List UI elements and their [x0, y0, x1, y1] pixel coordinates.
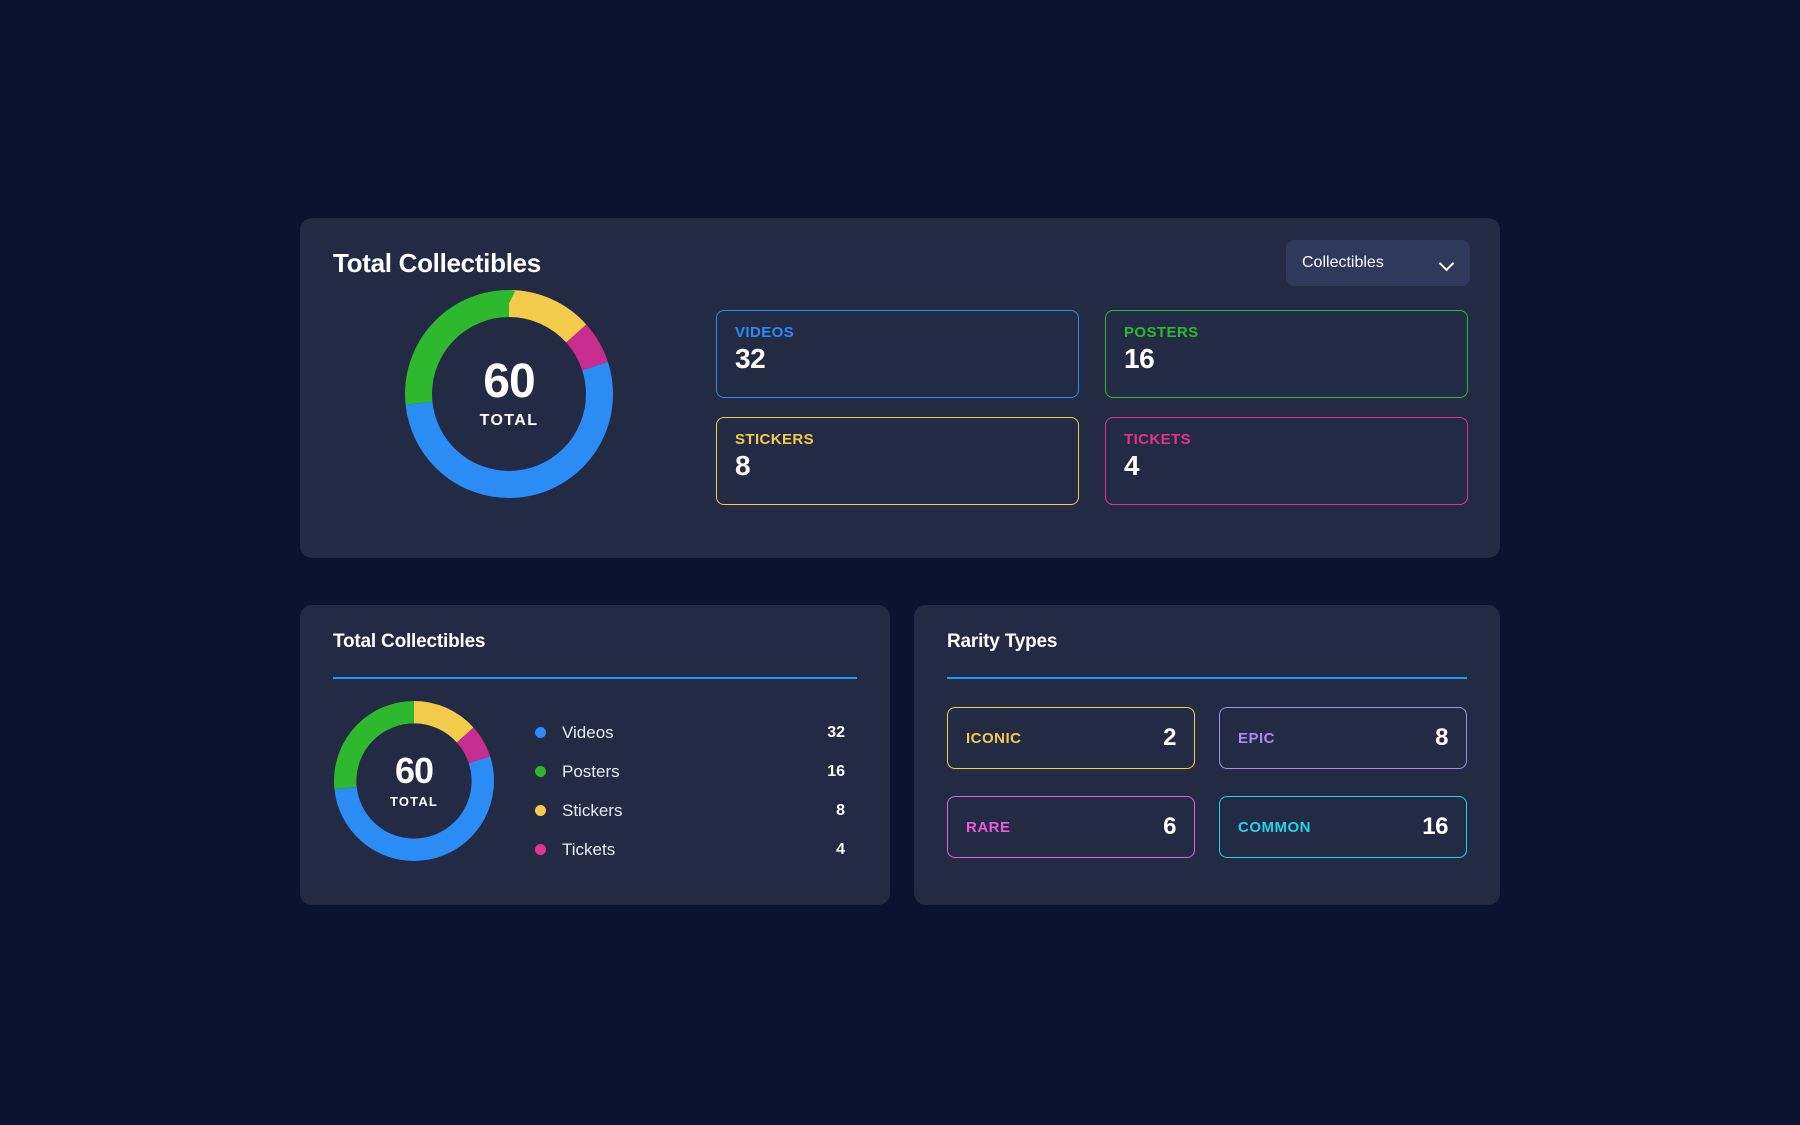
rarity-card-iconic[interactable]: ICONIC 2 [947, 707, 1195, 769]
dropdown-selected-value: Collectibles [1302, 254, 1384, 271]
legend-item-value: 32 [827, 723, 845, 741]
donut-center-text: 60 TOTAL [405, 290, 613, 498]
legend-color-dot [535, 844, 546, 855]
stat-card-value: 32 [735, 343, 766, 374]
legend-item-label: Tickets [562, 839, 616, 859]
legend-item-videos: Videos 32 [535, 713, 845, 752]
collectibles-dropdown[interactable]: Collectibles [1286, 240, 1470, 286]
stat-card-label: POSTERS [1124, 324, 1199, 341]
legend-item-label: Videos [562, 722, 614, 742]
rarity-card-label: EPIC [1238, 729, 1276, 747]
rarity-card-epic[interactable]: EPIC 8 [1219, 707, 1467, 769]
legend-item-posters: Posters 16 [535, 752, 845, 791]
rarity-panel-title: Rarity Types [947, 631, 1058, 652]
legend-item-value: 4 [836, 840, 845, 858]
legend-color-dot [535, 805, 546, 816]
legend-item-stickers: Stickers 8 [535, 791, 845, 830]
legend-color-dot [535, 766, 546, 777]
rarity-card-label: ICONIC [966, 729, 1022, 747]
rarity-card-value: 6 [1163, 813, 1176, 840]
legend-item-tickets: Tickets 4 [535, 830, 845, 869]
total-collectibles-panel: Total Collectibles Collectibles 60 TOTAL… [300, 218, 1500, 558]
rarity-card-value: 8 [1435, 724, 1448, 751]
stat-card-tickets[interactable]: TICKETS 4 [1105, 417, 1468, 505]
stat-card-stickers[interactable]: STICKERS 8 [716, 417, 1079, 505]
rarity-card-label: RARE [966, 818, 1011, 836]
rarity-cards-grid: ICONIC 2 EPIC 8 RARE 6 COMMON 16 [947, 707, 1467, 858]
donut-center-text: 60 TOTAL [334, 701, 494, 861]
stat-card-label: STICKERS [735, 431, 815, 448]
dashboard-page: Total Collectibles Collectibles 60 TOTAL… [0, 0, 1800, 1125]
chart-legend: Videos 32 Posters 16 Stickers 8 Tickets 4 [535, 713, 845, 869]
breakdown-panel-title: Total Collectibles [333, 631, 486, 652]
stat-card-label: TICKETS [1124, 431, 1191, 448]
rarity-card-label: COMMON [1238, 818, 1311, 836]
legend-item-label: Posters [562, 761, 620, 781]
rarity-types-panel: Rarity Types ICONIC 2 EPIC 8 RARE 6 COMMON 16 [914, 605, 1500, 905]
stat-card-value: 8 [735, 450, 751, 481]
rarity-card-common[interactable]: COMMON 16 [1219, 796, 1467, 858]
legend-color-dot [535, 727, 546, 738]
rarity-card-value: 2 [1163, 724, 1176, 751]
chevron-down-icon [1440, 256, 1454, 270]
breakdown-donut-chart: 60 TOTAL [334, 701, 494, 861]
collectibles-donut-chart: 60 TOTAL [405, 290, 613, 498]
legend-item-value: 16 [827, 762, 845, 780]
donut-total-label: TOTAL [389, 794, 439, 809]
total-collectibles-breakdown-panel: Total Collectibles 60 TOTAL Videos 32 Post… [300, 605, 890, 905]
donut-total-value: 60 [394, 750, 434, 791]
rarity-card-rare[interactable]: RARE 6 [947, 796, 1195, 858]
panel-divider [333, 677, 857, 679]
stat-card-label: VIDEOS [735, 324, 795, 341]
page-title: Total Collectibles [333, 248, 541, 278]
donut-total-value: 60 [483, 355, 535, 408]
stat-card-value: 16 [1124, 343, 1155, 374]
rarity-card-value: 16 [1422, 813, 1448, 840]
legend-item-value: 8 [836, 801, 845, 819]
stat-card-videos[interactable]: VIDEOS 32 [716, 310, 1079, 398]
legend-item-label: Stickers [562, 800, 623, 820]
stat-card-value: 4 [1124, 450, 1140, 481]
stat-cards-grid: VIDEOS 32 POSTERS 16 STICKERS 8 TICKETS 4 [716, 310, 1468, 505]
donut-total-label: TOTAL [479, 412, 539, 429]
stat-card-posters[interactable]: POSTERS 16 [1105, 310, 1468, 398]
panel-divider [947, 677, 1467, 679]
